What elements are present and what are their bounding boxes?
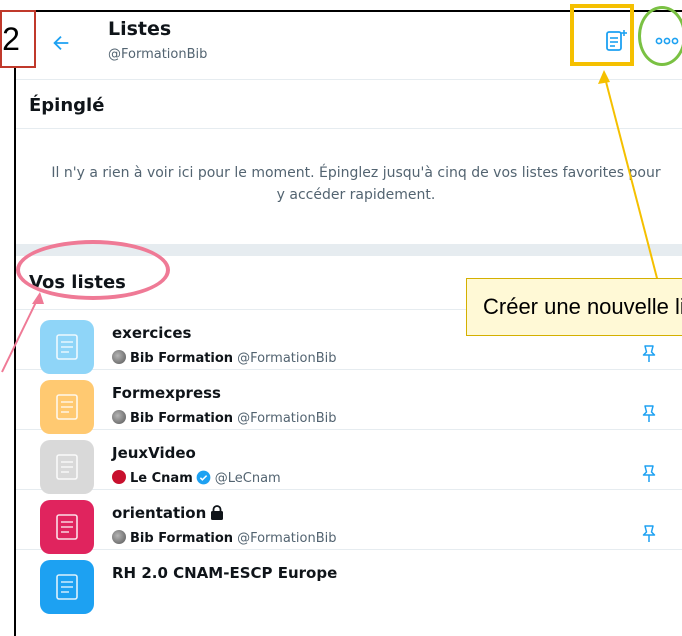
annotation-tooltip: Créer une nouvelle liste <box>466 278 682 336</box>
